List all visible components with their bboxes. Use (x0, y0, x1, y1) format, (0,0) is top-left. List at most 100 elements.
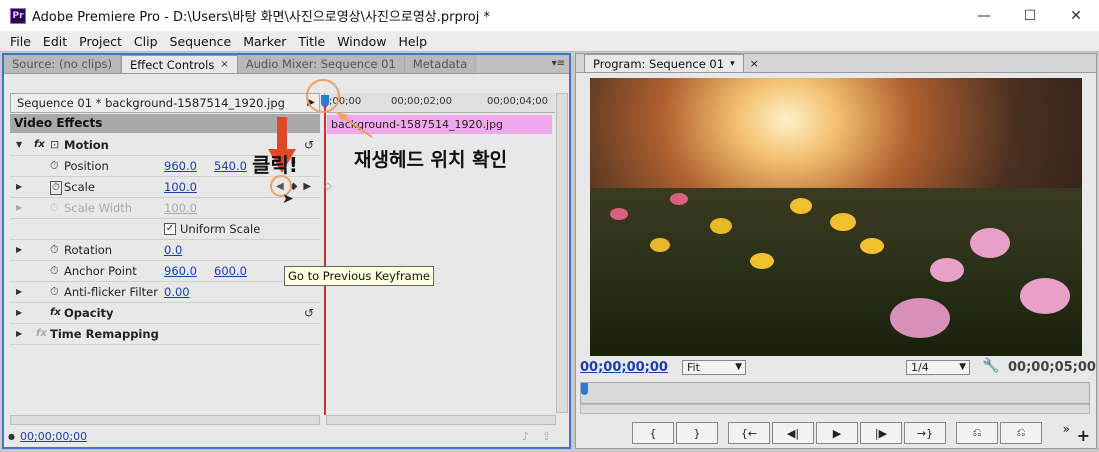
click-annotation: 클릭! (252, 153, 298, 177)
stopwatch-icon[interactable]: ⏱ (50, 261, 59, 281)
stopwatch-disabled-icon: ⏱ (50, 201, 59, 214)
button-editor-plus-icon[interactable]: + (1077, 426, 1090, 445)
menu-help[interactable]: Help (393, 34, 434, 49)
playhead-line[interactable] (324, 105, 326, 415)
stopwatch-icon[interactable]: ⏱ (50, 282, 59, 302)
horizontal-scrollbar-right[interactable] (326, 415, 556, 425)
resolution-dropdown-icon: ▼ (959, 362, 966, 372)
program-playhead-handle[interactable] (581, 383, 588, 395)
effect-row-time-remapping[interactable]: ▶ fx Time Remapping (10, 324, 320, 345)
wrench-icon[interactable]: 🔧 (982, 358, 999, 374)
premiere-app-icon: Pr (10, 7, 26, 24)
maximize-button[interactable]: ☐ (1007, 0, 1053, 31)
program-time-ruler[interactable] (580, 382, 1090, 404)
fx-time-remap-icon: fx (36, 328, 47, 339)
fit-value: Fit (687, 361, 700, 374)
prop-row-anti-flicker: ▶ ⏱ Anti-flicker Filter 0.00 (10, 282, 320, 303)
expand-scale-icon[interactable]: ▶ (16, 177, 22, 197)
minimize-button[interactable]: — (961, 0, 1007, 31)
yellow-flower (860, 238, 884, 254)
lift-button[interactable]: ⎌ (956, 422, 998, 444)
go-to-in-button[interactable]: {← (728, 422, 770, 444)
horizontal-scrollbar-left[interactable] (10, 415, 320, 425)
export-icon[interactable]: ⇪ (542, 430, 551, 443)
stopwatch-active-icon[interactable]: ⏱ (50, 181, 62, 195)
position-x-value[interactable]: 960.0 (164, 156, 197, 176)
more-controls-icon[interactable]: » (1063, 422, 1070, 436)
tab-close-icon[interactable]: × (220, 59, 228, 70)
menu-project[interactable]: Project (73, 34, 128, 49)
expand-motion-icon[interactable]: ▼ (16, 135, 22, 155)
audio-icon[interactable]: ♪ (522, 430, 529, 443)
rotation-value[interactable]: 0.0 (164, 240, 182, 260)
prop-row-uniform-scale: ✓ Uniform Scale (10, 219, 320, 240)
tab-source[interactable]: Source: (no clips) (4, 55, 121, 73)
opacity-label: Opacity (64, 306, 114, 320)
tab-audio-mixer[interactable]: Audio Mixer: Sequence 01 (237, 55, 405, 73)
menu-sequence[interactable]: Sequence (164, 34, 238, 49)
tab-effect-controls-label: Effect Controls (130, 57, 215, 72)
tab-metadata[interactable]: Metadata (404, 55, 477, 73)
expand-rotation-icon[interactable]: ▶ (16, 240, 22, 260)
window-title: Adobe Premiere Pro - D:\Users\바탕 화면\사진으로… (32, 10, 491, 25)
panel-menu-icon[interactable]: ▾≡ (552, 58, 565, 69)
scale-value[interactable]: 100.0 (164, 177, 197, 197)
anchor-point-label: Anchor Point (64, 264, 137, 278)
mark-in-button[interactable]: { (632, 422, 674, 444)
play-button[interactable]: ▶ (816, 422, 858, 444)
go-to-out-button[interactable]: →} (904, 422, 946, 444)
tab-effect-controls[interactable]: Effect Controls × (121, 55, 238, 73)
tab-audio-mixer-label: Audio Mixer: Sequence 01 (245, 57, 396, 71)
menu-edit[interactable]: Edit (37, 34, 73, 49)
effect-controls-panel: Source: (no clips) Effect Controls × Audi… (2, 53, 571, 449)
menu-title[interactable]: Title (292, 34, 331, 49)
tab-program[interactable]: Program: Sequence 01 ▾ (584, 54, 744, 72)
time-remapping-label: Time Remapping (50, 327, 159, 341)
expand-antiflicker-icon[interactable]: ▶ (16, 282, 22, 302)
right-tab-bar: Program: Sequence 01 ▾ × (576, 54, 1096, 73)
mark-out-button[interactable]: } (676, 422, 718, 444)
reset-motion-icon[interactable]: ↺ (304, 135, 314, 155)
uniform-scale-checkbox[interactable]: ✓ (164, 223, 176, 235)
stopwatch-icon[interactable]: ⏱ (50, 156, 59, 176)
close-button[interactable]: ✕ (1053, 0, 1099, 31)
keyframe-marker-icon[interactable]: ◇ (324, 181, 332, 192)
stopwatch-icon[interactable]: ⏱ (50, 240, 59, 260)
anchor-y-value[interactable]: 600.0 (214, 261, 247, 281)
menu-clip[interactable]: Clip (128, 34, 164, 49)
step-forward-button[interactable]: |▶ (860, 422, 902, 444)
effect-controls-timecode[interactable]: 00;00;00;00 (20, 430, 87, 443)
video-preview[interactable] (590, 78, 1082, 356)
reset-opacity-icon[interactable]: ↺ (304, 303, 314, 323)
yellow-flower (750, 253, 774, 269)
tooltip: Go to Previous Keyframe (284, 266, 435, 286)
effect-row-opacity[interactable]: ▶ fx Opacity ↺ (10, 303, 320, 324)
program-current-timecode[interactable]: 00;00;00;00 (580, 360, 668, 375)
extract-button[interactable]: ⎌ (1000, 422, 1042, 444)
anti-flicker-value[interactable]: 0.00 (164, 282, 190, 302)
fit-dropdown[interactable]: Fit ▼ (682, 360, 746, 375)
fx-motion-icon[interactable]: fx (34, 135, 45, 155)
vertical-scrollbar[interactable] (556, 93, 568, 413)
menu-marker[interactable]: Marker (237, 34, 292, 49)
tab-program-close-icon[interactable]: × (750, 57, 759, 70)
motion-label: Motion (64, 138, 109, 152)
menu-window[interactable]: Window (331, 34, 392, 49)
resolution-dropdown[interactable]: 1/4 ▼ (906, 360, 970, 375)
expand-opacity-icon[interactable]: ▶ (16, 303, 22, 323)
position-y-value[interactable]: 540.0 (214, 156, 247, 176)
pink-flower (670, 193, 688, 205)
menu-file[interactable]: File (4, 34, 37, 49)
fit-dropdown-icon: ▼ (735, 362, 742, 372)
tab-metadata-label: Metadata (412, 57, 468, 71)
anchor-x-value[interactable]: 960.0 (164, 261, 197, 281)
ruler-t1: 00;00;02;00 (391, 96, 453, 107)
next-keyframe-icon[interactable]: ▶ (303, 181, 311, 192)
effect-timeline[interactable]: ;00;00 00;00;02;00 00;00;04;00 backgroun… (324, 93, 555, 413)
pink-flower (970, 228, 1010, 258)
program-zoom-scrollbar[interactable] (580, 404, 1090, 414)
expand-time-remap-icon[interactable]: ▶ (16, 324, 22, 344)
step-back-button[interactable]: ◀| (772, 422, 814, 444)
tab-program-dropdown-icon[interactable]: ▾ (730, 59, 735, 69)
resolution-value: 1/4 (911, 361, 929, 374)
